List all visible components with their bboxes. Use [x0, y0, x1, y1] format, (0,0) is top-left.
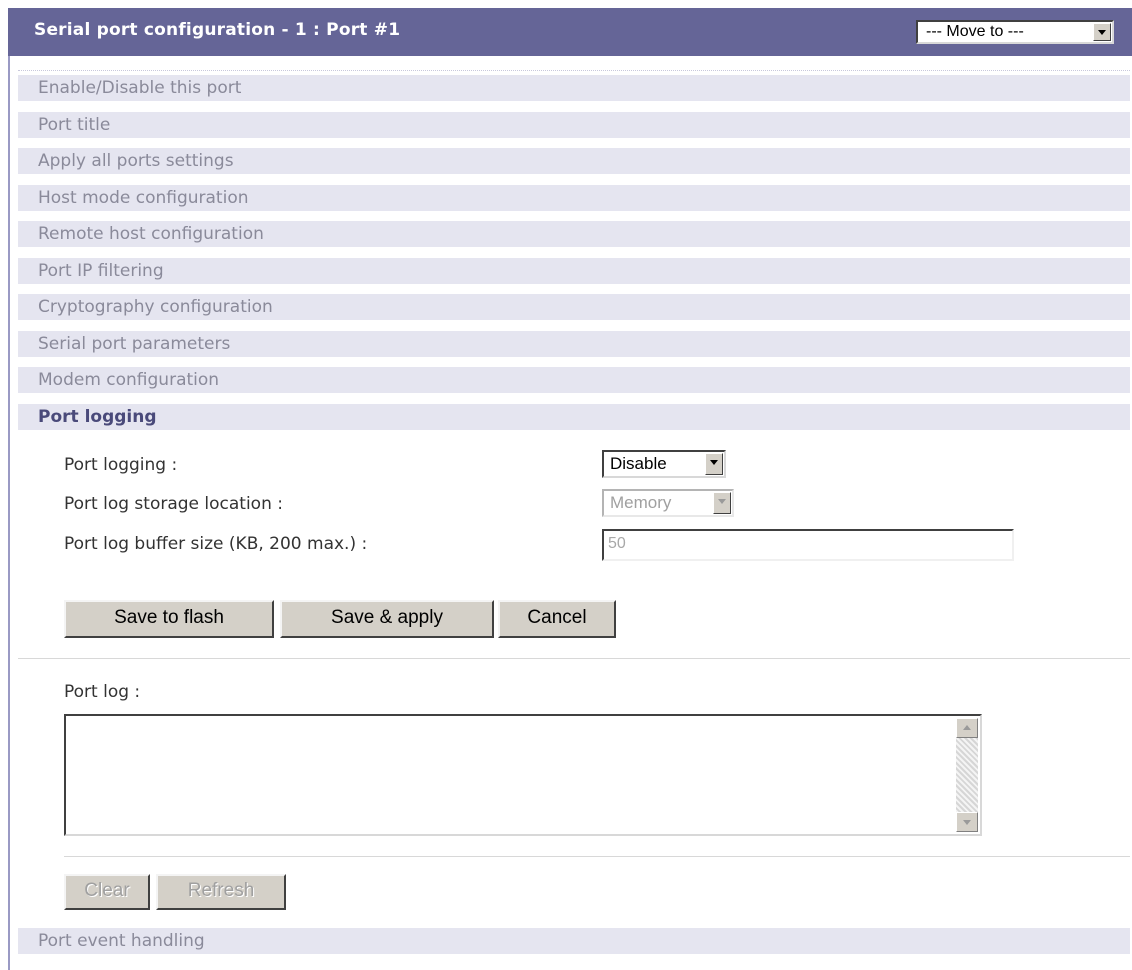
section-port-title[interactable]: Port title	[18, 112, 1130, 138]
section-port-logging[interactable]: Port logging	[18, 404, 1130, 430]
section-label: Port IP filtering	[38, 261, 164, 281]
section-modem-configuration[interactable]: Modem configuration	[18, 367, 1130, 393]
chevron-down-icon[interactable]	[713, 492, 731, 514]
scroll-up-icon[interactable]	[956, 718, 978, 738]
section-serial-port-parameters[interactable]: Serial port parameters	[18, 331, 1130, 357]
section-port-event-handling[interactable]: Port event handling	[18, 928, 1130, 954]
section-label: Port event handling	[38, 931, 205, 951]
section-label: Port title	[38, 115, 111, 135]
section-label: Apply all ports settings	[38, 151, 234, 171]
section-label: Port logging	[38, 407, 157, 427]
section-label: Remote host configuration	[38, 224, 264, 244]
section-port-ip-filtering[interactable]: Port IP filtering	[18, 258, 1130, 284]
storage-location-label: Port log storage location :	[64, 494, 283, 514]
move-to-select[interactable]: --- Move to ---	[916, 20, 1114, 44]
scroll-down-icon[interactable]	[956, 812, 978, 832]
chevron-down-icon[interactable]	[1093, 23, 1111, 41]
port-logging-value: Disable	[610, 454, 667, 473]
section-enable-disable[interactable]: Enable/Disable this port	[18, 75, 1130, 101]
divider	[18, 658, 1130, 659]
storage-location-select[interactable]: Memory	[602, 489, 734, 517]
page-frame: Serial port configuration - 1 : Port #1 …	[8, 8, 1132, 970]
section-label: Serial port parameters	[38, 334, 231, 354]
chevron-down-icon[interactable]	[705, 453, 723, 475]
cancel-button[interactable]: Cancel	[498, 600, 616, 638]
page-title: Serial port configuration - 1 : Port #1	[34, 20, 401, 40]
save-to-flash-button[interactable]: Save to flash	[64, 600, 274, 638]
buffer-size-label: Port log buffer size (KB, 200 max.) :	[64, 534, 368, 554]
section-remote-host[interactable]: Remote host configuration	[18, 221, 1130, 247]
header-divider	[18, 70, 1130, 71]
buffer-size-value: 50	[608, 535, 626, 552]
section-host-mode[interactable]: Host mode configuration	[18, 185, 1130, 211]
section-label: Host mode configuration	[38, 188, 249, 208]
port-log-textarea[interactable]	[64, 714, 982, 836]
section-apply-all-ports[interactable]: Apply all ports settings	[18, 148, 1130, 174]
page-header: Serial port configuration - 1 : Port #1 …	[8, 8, 1132, 56]
port-logging-label: Port logging :	[64, 455, 178, 475]
section-label: Modem configuration	[38, 370, 220, 390]
divider	[64, 856, 1130, 857]
section-label: Enable/Disable this port	[38, 78, 242, 98]
port-log-scrollbar[interactable]	[956, 718, 978, 832]
storage-location-value: Memory	[610, 493, 672, 512]
left-border	[8, 56, 10, 970]
move-to-label: --- Move to ---	[926, 23, 1024, 40]
section-label: Cryptography configuration	[38, 297, 273, 317]
port-logging-select[interactable]: Disable	[602, 450, 726, 478]
port-log-label: Port log :	[64, 682, 141, 702]
buffer-size-input[interactable]: 50	[602, 529, 1014, 561]
section-cryptography[interactable]: Cryptography configuration	[18, 294, 1130, 320]
refresh-button[interactable]: Refresh	[156, 874, 286, 910]
save-apply-button[interactable]: Save & apply	[280, 600, 494, 638]
clear-button[interactable]: Clear	[64, 874, 150, 910]
